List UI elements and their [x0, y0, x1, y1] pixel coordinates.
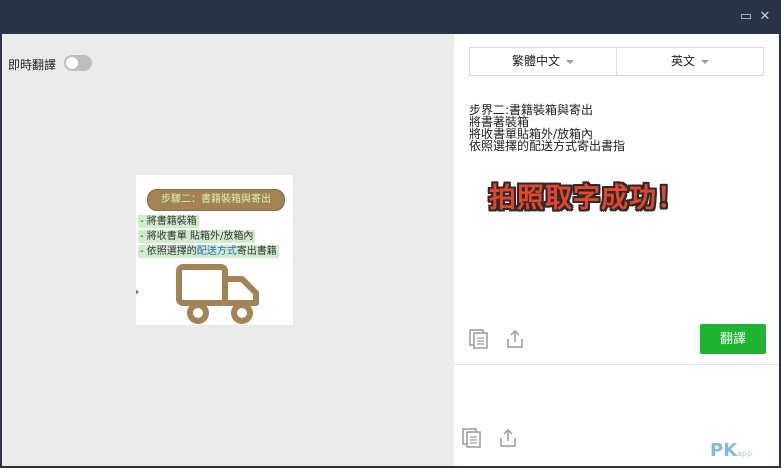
- share-icon[interactable]: [497, 427, 519, 449]
- watermark-text: PK: [710, 440, 738, 461]
- chevron-down-icon: [566, 59, 574, 64]
- ocr-line-4: 依照選擇的配送方式寄出書指: [469, 139, 626, 153]
- share-icon[interactable]: [504, 328, 526, 350]
- preview-line-3-highlight: 配送方式: [196, 246, 237, 257]
- source-language-select[interactable]: 繁體中文: [470, 48, 617, 75]
- watermark-sub: app: [737, 449, 753, 458]
- translate-button[interactable]: 翻譯: [700, 324, 766, 354]
- live-translate-label: 即時翻譯: [8, 58, 57, 72]
- result-divider: [454, 364, 779, 365]
- title-bar: ▭ ✕: [0, 0, 781, 34]
- toggle-knob: [66, 57, 78, 69]
- ocr-result-text[interactable]: 步界二:書籍裝箱與寄出 將書著裝箱 將收書單貼箱外/放箱內 依照選擇的配送方式寄…: [469, 104, 759, 152]
- chevron-down-icon: [701, 59, 709, 64]
- language-bar: 繁體中文 英文: [469, 47, 764, 76]
- success-annotation: 拍照取字成功！: [489, 183, 685, 214]
- target-language-select[interactable]: 英文: [617, 48, 763, 75]
- live-translate-toggle[interactable]: [64, 55, 92, 71]
- preview-line-2: - 將收書單 貼箱外/放箱內: [138, 230, 256, 243]
- captured-image-preview: 步驟二：書籍裝箱與寄出 - 將書籍裝箱 - 將收書單 貼箱外/放箱內 - 依照選…: [136, 175, 293, 325]
- preview-line-3: - 依照選擇的配送方式寄出書籍: [138, 245, 279, 258]
- watermark-logo: PKapp: [710, 440, 752, 461]
- maximize-icon[interactable]: ▭: [737, 8, 755, 26]
- source-language-label: 繁體中文: [511, 54, 560, 68]
- copy-icon[interactable]: [461, 427, 483, 449]
- preview-edge-marker: [136, 289, 139, 295]
- preview-line-3-text: - 依照選擇的: [140, 246, 197, 257]
- result-pane: 繁體中文 英文 步界二:書籍裝箱與寄出 將書著裝箱 將收書單貼箱外/放箱內 依照…: [454, 34, 779, 466]
- close-icon[interactable]: ✕: [756, 8, 774, 26]
- copy-icon[interactable]: [468, 328, 490, 350]
- preview-title: 步驟二：書籍裝箱與寄出: [147, 189, 285, 211]
- image-pane: 即時翻譯 步驟二：書籍裝箱與寄出 - 將書籍裝箱 - 將收書單 貼箱外/放箱內 …: [2, 34, 454, 466]
- preview-line-1: - 將書籍裝箱: [138, 215, 199, 228]
- preview-line-3-tail: 寄出書籍: [236, 246, 277, 257]
- truck-icon: [176, 264, 259, 324]
- target-language-label: 英文: [670, 54, 695, 68]
